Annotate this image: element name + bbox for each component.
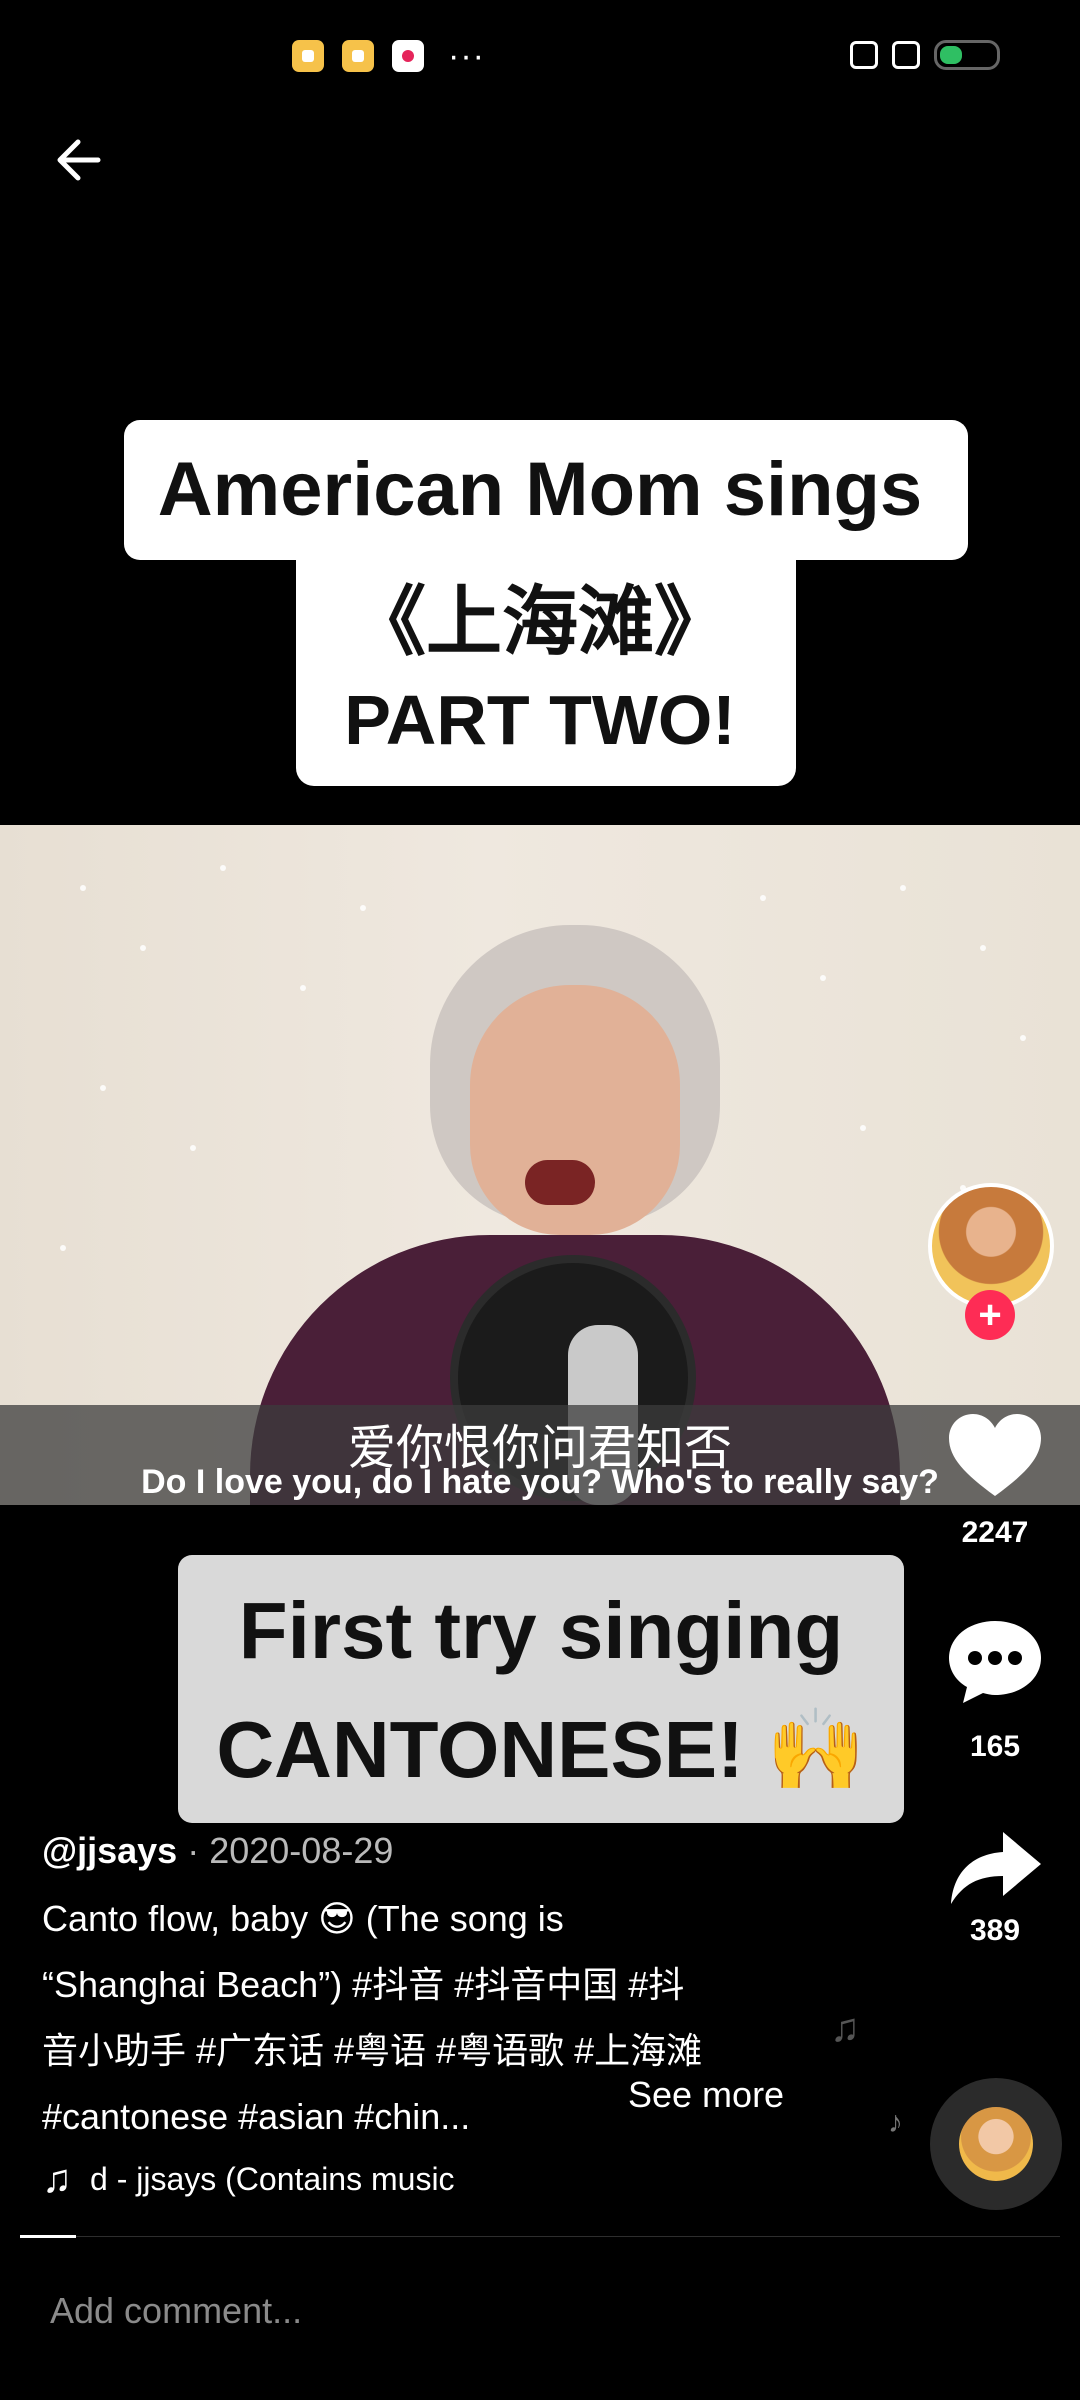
app-notification-icon [392,40,424,72]
music-note-icon: ♫ [42,2156,72,2201]
app-notification-icon [292,40,324,72]
comment-button[interactable] [940,1615,1050,1712]
comment-count: 165 [969,1730,1021,1763]
system-icons [850,40,1000,70]
post-date: 2020-08-29 [209,1830,394,1871]
comment-bubble-icon [949,1621,1041,1703]
music-disc[interactable] [930,2078,1062,2210]
title-line-2: 《上海滩》 [350,580,730,665]
title-line-3: PART TWO! [344,681,736,759]
like-button[interactable] [940,1410,1050,1505]
notification-icons: ··· [292,37,485,75]
share-button[interactable] [940,1828,1050,1913]
subtitle-english: Do I love you, do I hate you? Who's to r… [141,1463,939,1501]
battery-icon [934,40,1000,70]
title-line-1: American Mom sings [157,447,923,532]
back-button[interactable] [48,128,128,208]
caption-line: “Shanghai Beach”) #抖音 #抖音中国 #抖 [42,1964,685,2005]
caption-line: Canto flow, baby 😎 (The song is [42,1898,564,1939]
music-title: d - jjsays (Contains music [90,2160,455,2197]
heart-icon [949,1414,1041,1496]
bluetooth-icon [850,41,878,69]
follow-button[interactable]: + [965,1290,1015,1340]
music-note-icon: ♪ [888,2106,903,2139]
app-notification-icon [342,40,374,72]
comment-bar[interactable]: Add comment... [0,2238,1080,2400]
more-notifications-icon: ··· [448,37,485,75]
video-title-card: American Mom sings 《上海滩》 PART TWO! [0,420,1080,786]
arrow-left-icon [57,139,101,181]
music-note-icon: ♫ [830,2006,860,2050]
caption-card-line-1: First try singing [238,1586,844,1675]
comment-input[interactable]: Add comment... [50,2290,302,2332]
creator-handle[interactable]: @jjsays [42,1830,177,1871]
divider [20,2236,1060,2237]
caption-card-line-2: CANTONESE! 🙌 [216,1705,866,1794]
music-info[interactable]: ♫ d - jjsays (Contains music [42,2156,455,2202]
post-meta: @jjsays · 2020-08-29 [42,1830,394,1871]
vibrate-icon [892,41,920,69]
share-arrow-icon [951,1832,1041,1904]
see-more-link[interactable]: See more [628,2074,784,2116]
like-count: 2247 [961,1516,1029,1549]
share-count: 389 [969,1914,1021,1947]
singer-mouth [525,1160,595,1205]
status-bar: ··· [0,0,1080,110]
video-player[interactable]: 爱你恨你问君知否 Do I love you, do I hate you? W… [0,825,1080,1505]
video-caption-card: First try singing CANTONESE! 🙌 [178,1555,904,1823]
